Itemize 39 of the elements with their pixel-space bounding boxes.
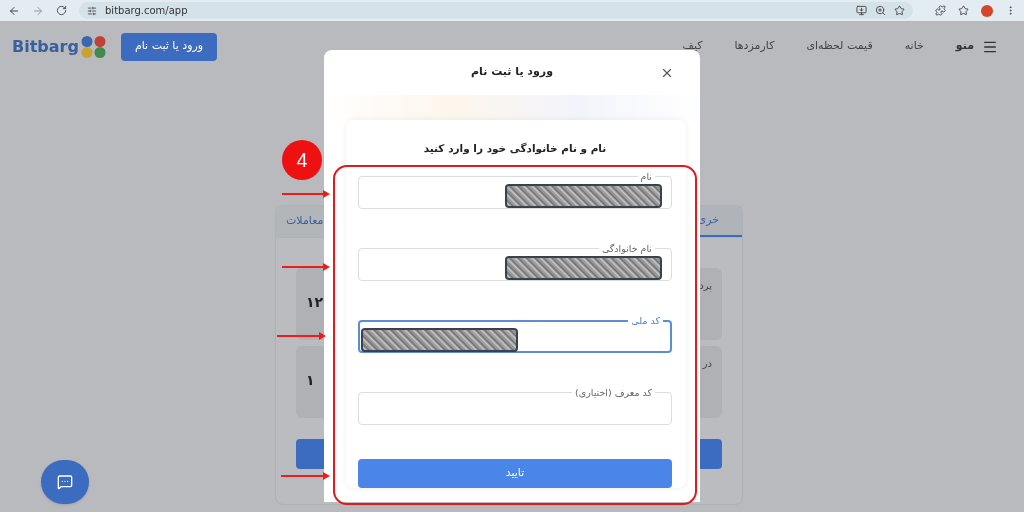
close-icon[interactable]	[660, 66, 674, 80]
stat-label: در	[702, 357, 712, 371]
install-icon[interactable]	[856, 5, 867, 16]
step-badge: 4	[282, 140, 322, 180]
field-label: کد معرف (اختیاری)	[574, 385, 653, 400]
text-field[interactable]: نام خانوادگی	[358, 241, 672, 281]
annotation-arrow	[277, 332, 326, 340]
annotation-arrow	[282, 190, 330, 198]
nav-link[interactable]: قیمت لحظه‌ای	[806, 38, 873, 55]
stat-value: ۱	[306, 371, 315, 390]
annotation-arrow	[281, 472, 330, 480]
menu-label[interactable]: منو	[955, 38, 974, 55]
logo-icon	[80, 35, 107, 58]
nav-link[interactable]: کیف	[682, 38, 703, 55]
chat-icon	[57, 474, 73, 490]
star-icon[interactable]	[958, 5, 969, 16]
form-prompt: نام و نام خانوادگی خود را وارد کنید	[422, 141, 608, 157]
profile-avatar[interactable]	[981, 4, 993, 17]
back-icon[interactable]	[8, 4, 20, 17]
login-button[interactable]: ورود یا ثبت نام	[120, 32, 218, 61]
nav-link[interactable]: خانه	[904, 38, 924, 55]
reload-icon[interactable]	[56, 5, 67, 16]
address-bar[interactable]: bitbarg.com/app	[79, 2, 913, 19]
site-settings-icon[interactable]	[87, 5, 97, 16]
chat-button[interactable]	[41, 460, 89, 504]
url-text: bitbarg.com/app	[105, 4, 188, 18]
stat-value: ۱۲	[306, 293, 324, 312]
bookmark-star-icon[interactable]	[894, 5, 905, 16]
dialog-title: ورود یا ثبت نام	[471, 64, 553, 81]
logo-text: Bitbarg	[12, 35, 79, 58]
zoom-icon[interactable]	[875, 5, 886, 16]
extensions-icon[interactable]	[935, 5, 946, 16]
nav-link[interactable]: کارمزدها	[734, 38, 775, 55]
field-label: نام	[639, 169, 653, 184]
field-label: کد ملی	[630, 313, 661, 328]
submit-button[interactable]: تایید	[358, 458, 672, 488]
stat-label: پرد	[699, 279, 712, 293]
field-label: نام خانوادگی	[600, 241, 653, 256]
annotation-arrow	[282, 263, 330, 271]
